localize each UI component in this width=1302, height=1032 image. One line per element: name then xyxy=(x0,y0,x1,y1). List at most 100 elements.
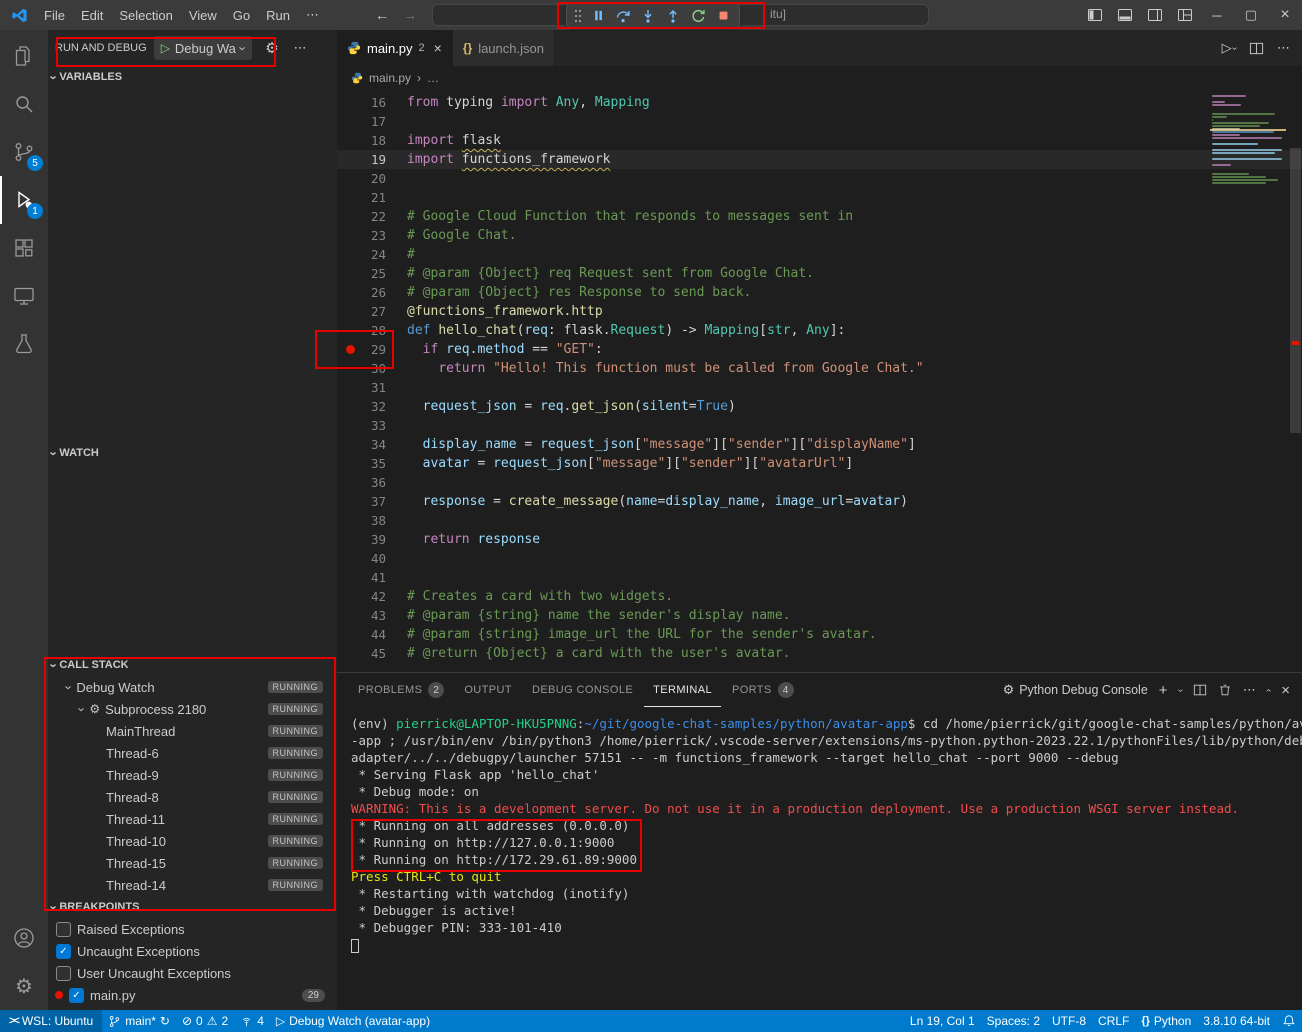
call-stack-item[interactable]: MainThreadRUNNING xyxy=(48,720,337,742)
activity-explorer[interactable] xyxy=(0,32,48,80)
toggle-sidebar-left-icon[interactable] xyxy=(1080,0,1110,30)
pause-icon[interactable] xyxy=(587,5,609,27)
activity-extensions[interactable] xyxy=(0,224,48,272)
sidebar-more-icon[interactable]: ⋯ xyxy=(294,40,307,56)
cursor-position[interactable]: Ln 19, Col 1 xyxy=(904,1010,981,1032)
section-watch[interactable]: › WATCH xyxy=(48,442,337,464)
remote-indicator[interactable]: >< WSL: Ubuntu xyxy=(0,1010,102,1032)
python-interpreter[interactable]: 3.8.10 64-bit xyxy=(1197,1010,1276,1032)
problems-indicator[interactable]: ⊘0 ⚠2 xyxy=(176,1010,234,1032)
stop-icon[interactable] xyxy=(712,5,734,27)
minimap[interactable] xyxy=(1210,93,1286,186)
code-line[interactable]: 30 return "Hello! This function must be … xyxy=(337,359,1302,378)
maximize-panel-icon[interactable]: › xyxy=(1263,688,1274,691)
checkbox[interactable] xyxy=(56,966,71,981)
code-line[interactable]: 21 xyxy=(337,188,1302,207)
panel-more-icon[interactable]: ⋯ xyxy=(1243,682,1256,698)
section-breakpoints[interactable]: › BREAKPOINTS xyxy=(48,896,337,918)
code-line[interactable]: 22# Google Cloud Function that responds … xyxy=(337,207,1302,226)
debug-settings-gear-icon[interactable]: ⚙ xyxy=(265,39,278,57)
menu-more-icon[interactable]: ⋯ xyxy=(298,7,327,23)
activity-remote-explorer[interactable] xyxy=(0,272,48,320)
breadcrumb[interactable]: main.py › … xyxy=(337,66,1302,90)
code-line[interactable]: 24# xyxy=(337,245,1302,264)
code-line[interactable]: 31 xyxy=(337,378,1302,397)
close-tab-icon[interactable]: × xyxy=(434,40,442,56)
checkbox[interactable] xyxy=(56,922,71,937)
run-python-file-button[interactable]: ▷› xyxy=(1222,40,1236,56)
call-stack-item[interactable]: ›⚙Subprocess 2180RUNNING xyxy=(48,698,337,720)
menu-file[interactable]: File xyxy=(36,8,73,23)
forwarded-ports-indicator[interactable]: 4 xyxy=(234,1010,270,1032)
call-stack-item[interactable]: Thread-9RUNNING xyxy=(48,764,337,786)
breakpoint-item[interactable]: ✓Uncaught Exceptions xyxy=(48,940,337,962)
activity-testing[interactable] xyxy=(0,320,48,368)
code-line[interactable]: 34 display_name = request_json["message"… xyxy=(337,435,1302,454)
terminal-profile-label[interactable]: ⚙ Python Debug Console xyxy=(1003,682,1148,698)
menu-selection[interactable]: Selection xyxy=(111,8,180,23)
code-line[interactable]: 45# @return {Object} a card with the use… xyxy=(337,644,1302,663)
code-line[interactable]: 42# Creates a card with two widgets. xyxy=(337,587,1302,606)
code-line[interactable]: 25# @param {Object} req Request sent fro… xyxy=(337,264,1302,283)
panel-tab-output[interactable]: OUTPUT xyxy=(455,673,521,707)
step-over-icon[interactable] xyxy=(612,5,634,27)
encoding[interactable]: UTF-8 xyxy=(1046,1010,1092,1032)
menu-view[interactable]: View xyxy=(181,8,225,23)
breadcrumb-file[interactable]: main.py xyxy=(369,71,411,85)
split-editor-icon[interactable] xyxy=(1249,41,1264,56)
indentation[interactable]: Spaces: 2 xyxy=(981,1010,1046,1032)
toggle-sidebar-right-icon[interactable] xyxy=(1140,0,1170,30)
call-stack-item[interactable]: Thread-8RUNNING xyxy=(48,786,337,808)
code-line[interactable]: 43# @param {string} name the sender's di… xyxy=(337,606,1302,625)
kill-terminal-icon[interactable] xyxy=(1218,683,1232,697)
close-panel-icon[interactable]: × xyxy=(1281,682,1290,699)
menu-edit[interactable]: Edit xyxy=(73,8,111,23)
code-line[interactable]: 17 xyxy=(337,112,1302,131)
start-debug-icon[interactable]: ▷ xyxy=(161,41,170,55)
panel-tab-debug-console[interactable]: DEBUG CONSOLE xyxy=(523,673,642,707)
new-terminal-icon[interactable]: + xyxy=(1159,682,1168,699)
call-stack-item[interactable]: Thread-10RUNNING xyxy=(48,830,337,852)
code-line[interactable]: 16from typing import Any, Mapping xyxy=(337,93,1302,112)
call-stack-item[interactable]: Thread-15RUNNING xyxy=(48,852,337,874)
step-out-icon[interactable] xyxy=(662,5,684,27)
code-editor[interactable]: 16from typing import Any, Mapping1718imp… xyxy=(337,90,1302,672)
step-into-icon[interactable] xyxy=(637,5,659,27)
call-stack-item[interactable]: ›Debug WatchRUNNING xyxy=(48,676,337,698)
code-line[interactable]: 38 xyxy=(337,511,1302,530)
call-stack-item[interactable]: Thread-14RUNNING xyxy=(48,874,337,896)
language-mode[interactable]: {} Python xyxy=(1135,1010,1197,1032)
activity-source-control[interactable]: 5 xyxy=(0,128,48,176)
code-line[interactable]: 39 return response xyxy=(337,530,1302,549)
breadcrumb-more[interactable]: … xyxy=(427,71,439,85)
toggle-panel-icon[interactable] xyxy=(1110,0,1140,30)
code-line[interactable]: 44# @param {string} image_url the URL fo… xyxy=(337,625,1302,644)
customize-layout-icon[interactable] xyxy=(1170,0,1200,30)
panel-tab-ports[interactable]: PORTS 4 xyxy=(723,673,803,707)
split-terminal-icon[interactable] xyxy=(1193,683,1207,697)
debug-config-dropdown[interactable]: ▷ Debug Wa › xyxy=(154,36,253,60)
breakpoint-item[interactable]: ✓main.py29 xyxy=(48,984,337,1006)
menu-run[interactable]: Run xyxy=(258,8,298,23)
activity-settings-gear-icon[interactable]: ⚙ xyxy=(0,962,48,1010)
call-stack-item[interactable]: Thread-6RUNNING xyxy=(48,742,337,764)
activity-search[interactable] xyxy=(0,80,48,128)
nav-back-icon[interactable]: ← xyxy=(375,7,389,23)
terminal-dropdown-icon[interactable]: › xyxy=(1175,688,1186,691)
activity-run-debug[interactable]: 1 xyxy=(0,176,48,224)
section-variables[interactable]: › VARIABLES xyxy=(48,66,337,88)
code-line[interactable]: 29 if req.method == "GET": xyxy=(337,340,1302,359)
call-stack-item[interactable]: Thread-11RUNNING xyxy=(48,808,337,830)
branch-indicator[interactable]: main* ↻ xyxy=(102,1010,176,1032)
breakpoint-item[interactable]: Raised Exceptions xyxy=(48,918,337,940)
code-line[interactable]: 27@functions_framework.http xyxy=(337,302,1302,321)
editor-scrollbar[interactable] xyxy=(1290,148,1301,433)
code-line[interactable]: 40 xyxy=(337,549,1302,568)
code-line[interactable]: 19import functions_framework xyxy=(337,150,1302,169)
code-line[interactable]: 26# @param {Object} res Response to send… xyxy=(337,283,1302,302)
code-line[interactable]: 41 xyxy=(337,568,1302,587)
section-call-stack[interactable]: › CALL STACK xyxy=(48,654,337,676)
code-line[interactable]: 37 response = create_message(name=displa… xyxy=(337,492,1302,511)
tab-launch-json[interactable]: {} launch.json xyxy=(453,30,555,66)
checkbox[interactable]: ✓ xyxy=(69,988,84,1003)
